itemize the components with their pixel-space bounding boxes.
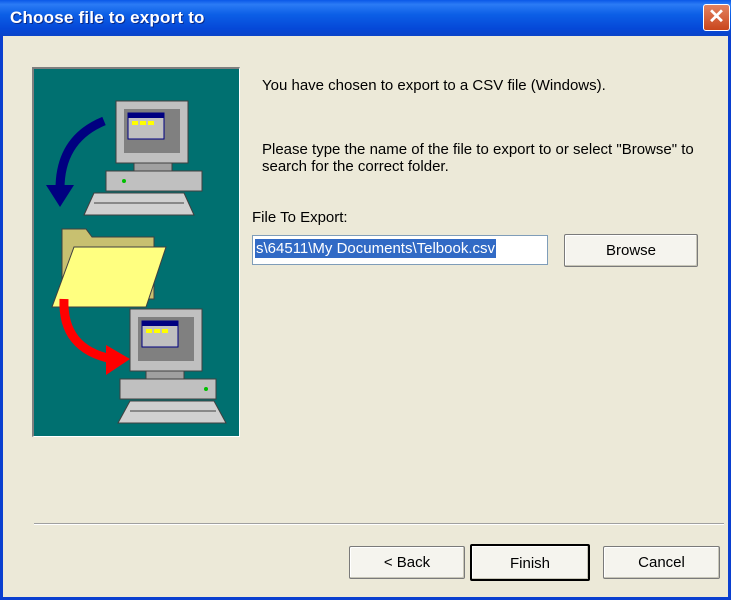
- export-illustration: [46, 100, 227, 424]
- finish-button[interactable]: Finish: [470, 544, 590, 581]
- dialog-window: Choose file to export to ✕ You have chos…: [0, 0, 731, 600]
- file-path-input[interactable]: s\64511\My Documents\Telbook.csv: [252, 235, 548, 265]
- intro-text: You have chosen to export to a CSV file …: [262, 77, 606, 94]
- file-to-export-label: File To Export:: [252, 209, 348, 226]
- folder-icon: [51, 228, 167, 308]
- browse-button[interactable]: Browse: [564, 234, 698, 267]
- file-path-value: s\64511\My Documents\Telbook.csv: [255, 239, 496, 258]
- window-title: Choose file to export to: [10, 8, 205, 27]
- wizard-illustration: [32, 67, 240, 437]
- back-button[interactable]: < Back: [349, 546, 465, 579]
- title-bar[interactable]: Choose file to export to ✕: [0, 0, 731, 36]
- footer-divider: [34, 523, 724, 525]
- instructions-text: Please type the name of the file to expo…: [262, 141, 694, 175]
- computer-icon: [117, 308, 227, 424]
- cancel-button[interactable]: Cancel: [603, 546, 720, 579]
- close-icon: ✕: [708, 6, 725, 28]
- arrow-icon: [59, 298, 130, 375]
- close-button[interactable]: ✕: [703, 4, 730, 31]
